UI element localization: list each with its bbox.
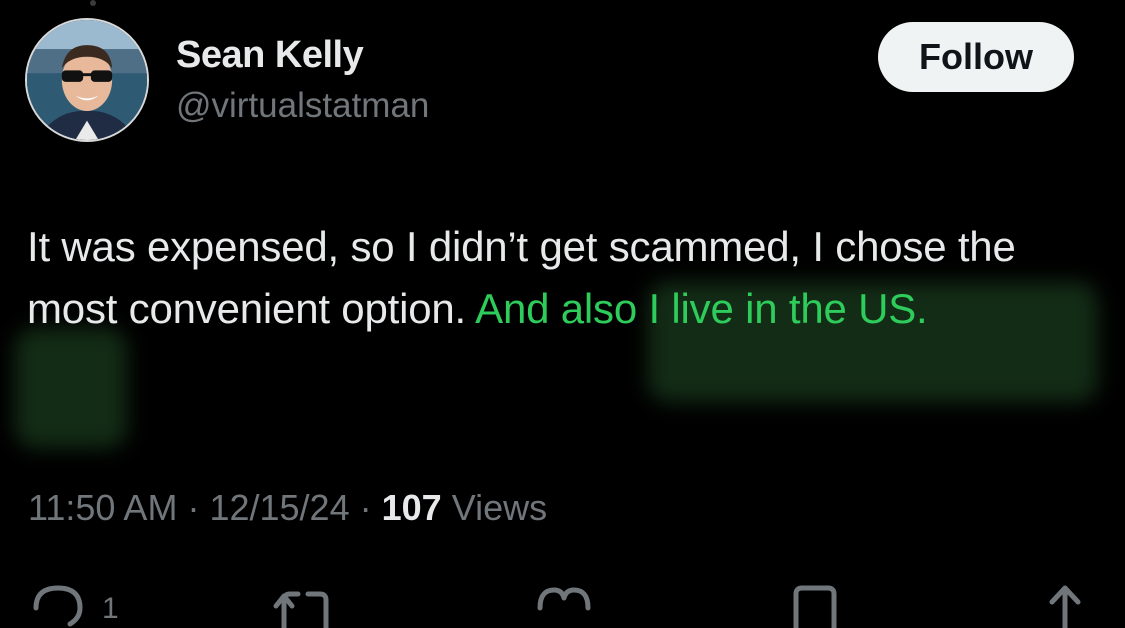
avatar[interactable] xyxy=(25,18,149,142)
tweet-time[interactable]: 11:50 AM xyxy=(28,487,177,528)
retweet-icon xyxy=(273,591,329,628)
views-label: Views xyxy=(451,487,548,528)
reply-button[interactable]: 1 xyxy=(28,578,119,627)
tweet-actions-bar: 1 xyxy=(0,570,1125,628)
top-divider-mark xyxy=(90,0,96,6)
reply-count: 1 xyxy=(102,592,119,625)
heart-icon xyxy=(537,587,591,611)
meta-separator: · xyxy=(187,487,200,528)
author-display-name[interactable]: Sean Kelly xyxy=(176,34,364,77)
avatar-photo xyxy=(27,20,147,140)
bookmark-icon xyxy=(793,585,837,628)
tweet-meta: 11:50 AM · 12/15/24 · 107 Views xyxy=(28,487,547,529)
bookmark-button[interactable] xyxy=(790,578,840,628)
follow-button[interactable]: Follow xyxy=(878,22,1074,92)
meta-separator: · xyxy=(359,487,372,528)
tweet-text-highlighted: And also I live in the US. xyxy=(475,285,928,332)
like-button[interactable] xyxy=(532,578,596,623)
highlight-glow xyxy=(15,328,127,448)
tweet-text: It was expensed, so I didn’t get scammed… xyxy=(27,216,1107,340)
reply-icon xyxy=(33,585,83,627)
share-icon xyxy=(1049,585,1081,628)
share-button[interactable] xyxy=(1040,578,1090,628)
retweet-button[interactable] xyxy=(270,578,336,628)
views-count: 107 xyxy=(381,487,442,528)
author-handle[interactable]: @virtualstatman xyxy=(176,86,429,126)
tweet-date[interactable]: 12/15/24 xyxy=(209,487,349,528)
